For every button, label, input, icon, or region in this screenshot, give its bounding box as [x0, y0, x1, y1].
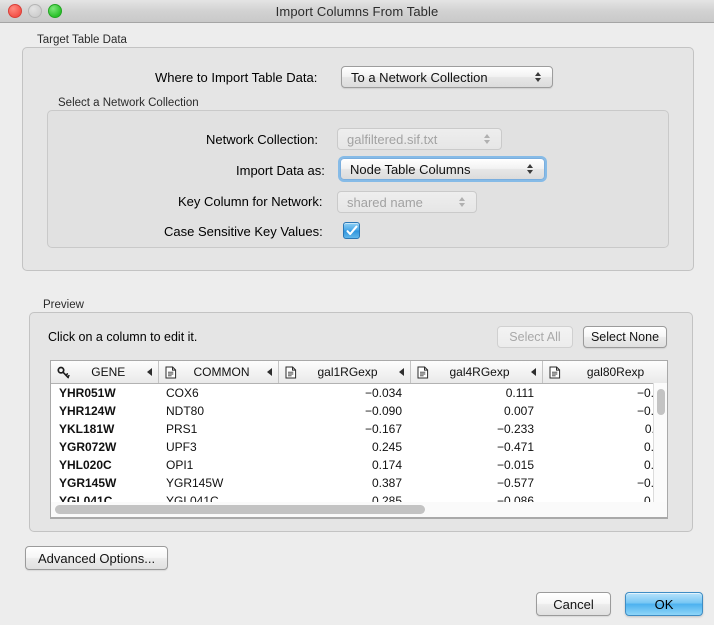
column-name: gal1RGexp — [302, 365, 394, 379]
vertical-scrollbar-thumb[interactable] — [657, 389, 665, 415]
network-collection-dropdown[interactable]: galfiltered.sif.txt — [337, 128, 502, 150]
table-cell: 0.787 — [542, 438, 668, 456]
table-cell: NDT80 — [158, 402, 278, 420]
column-name: gal4RGexp — [434, 365, 526, 379]
preview-table: GENE COMMON gal1RGexp gal4RGexp gal80Rexp YH… — [50, 360, 668, 519]
collapse-arrow-icon[interactable] — [147, 368, 152, 376]
where-to-import-value: To a Network Collection — [342, 70, 529, 85]
table-row: YHR124WNDT80−0.0900.007−0.348 — [51, 402, 668, 420]
table-body: YHR051WCOX6−0.0340.111−0.304YHR124WNDT80… — [51, 384, 668, 511]
stepper-arrows-icon — [521, 164, 544, 174]
table-row: YHL020COPI10.174−0.0150.151 — [51, 456, 668, 474]
table-cell: PRS1 — [158, 420, 278, 438]
where-to-import-dropdown[interactable]: To a Network Collection — [341, 66, 553, 88]
import-columns-dialog: Import Columns From Table Target Table D… — [0, 0, 714, 625]
table-row: YGR072WUPF30.245−0.4710.787 — [51, 438, 668, 456]
table-cell: −0.471 — [410, 438, 542, 456]
checkmark-icon — [346, 225, 358, 237]
import-data-as-dropdown[interactable]: Node Table Columns — [340, 158, 545, 180]
table-cell: 0.112 — [542, 420, 668, 438]
stepper-arrows-icon — [529, 72, 552, 82]
table-cell: YHR124W — [51, 402, 158, 420]
case-sensitive-label: Case Sensitive Key Values: — [164, 224, 323, 239]
table-header-cell-gal1RGexp[interactable]: gal1RGexp — [278, 361, 410, 384]
collapse-arrow-icon[interactable] — [267, 368, 272, 376]
key-icon — [57, 366, 70, 379]
table-row: YHR051WCOX6−0.0340.111−0.304 — [51, 384, 668, 403]
table-cell: YKL181W — [51, 420, 158, 438]
vertical-scrollbar[interactable] — [653, 383, 667, 518]
case-sensitive-checkbox[interactable] — [343, 222, 360, 239]
column-name: GENE — [75, 365, 142, 379]
document-icon — [165, 366, 177, 379]
table-cell: UPF3 — [158, 438, 278, 456]
table-cell: −0.015 — [410, 456, 542, 474]
table-cell: −0.348 — [542, 402, 668, 420]
network-collection-label: Network Collection: — [206, 132, 318, 147]
zoom-button[interactable] — [48, 4, 62, 18]
table-header-cell-COMMON[interactable]: COMMON — [158, 361, 278, 384]
collapse-arrow-icon[interactable] — [531, 368, 536, 376]
minimize-button[interactable] — [28, 4, 42, 18]
table-cell: 0.387 — [278, 474, 410, 492]
table-header-row: GENE COMMON gal1RGexp gal4RGexp gal80Rexp — [51, 361, 668, 384]
column-name: gal80Rexp — [566, 365, 666, 379]
horizontal-scrollbar[interactable] — [50, 502, 668, 518]
network-collection-value: galfiltered.sif.txt — [338, 132, 478, 147]
table-cell: COX6 — [158, 384, 278, 403]
table-header-cell-gal80Rexp[interactable]: gal80Rexp — [542, 361, 668, 384]
preview-table-element: GENE COMMON gal1RGexp gal4RGexp gal80Rexp YH… — [51, 361, 668, 510]
document-icon — [549, 366, 561, 379]
table-cell: 0.245 — [278, 438, 410, 456]
select-all-button[interactable]: Select All — [497, 326, 573, 348]
preview-hint: Click on a column to edit it. — [48, 330, 197, 344]
table-cell: −0.233 — [410, 420, 542, 438]
title-bar: Import Columns From Table — [0, 0, 714, 23]
column-name: COMMON — [182, 365, 262, 379]
table-cell: 0.111 — [410, 384, 542, 403]
table-cell: YHR051W — [51, 384, 158, 403]
stepper-arrows-icon — [453, 197, 476, 207]
target-table-data-group-label: Target Table Data — [37, 34, 127, 46]
table-cell: 0.151 — [542, 456, 668, 474]
where-to-import-label: Where to Import Table Data: — [155, 70, 317, 85]
import-data-as-value: Node Table Columns — [341, 162, 521, 177]
select-none-button[interactable]: Select None — [583, 326, 667, 348]
table-row: YKL181WPRS1−0.167−0.2330.112 — [51, 420, 668, 438]
table-header-cell-gal4RGexp[interactable]: gal4RGexp — [410, 361, 542, 384]
key-column-value: shared name — [338, 195, 453, 210]
table-cell: YGR145W — [158, 474, 278, 492]
table-cell: −0.090 — [278, 402, 410, 420]
table-header-cell-GENE[interactable]: GENE — [51, 361, 158, 384]
preview-group-label: Preview — [43, 299, 84, 311]
table-cell: −0.577 — [410, 474, 542, 492]
select-collection-group-label: Select a Network Collection — [58, 97, 199, 109]
table-cell: −0.034 — [278, 384, 410, 403]
table-cell: YGR145W — [51, 474, 158, 492]
window-controls — [8, 0, 62, 22]
document-icon — [285, 366, 297, 379]
close-button[interactable] — [8, 4, 22, 18]
cancel-button[interactable]: Cancel — [536, 592, 611, 616]
table-cell: −0.304 — [542, 384, 668, 403]
window-title: Import Columns From Table — [276, 4, 439, 19]
key-column-dropdown[interactable]: shared name — [337, 191, 477, 213]
ok-button[interactable]: OK — [625, 592, 703, 616]
table-cell: 0.174 — [278, 456, 410, 474]
key-column-label: Key Column for Network: — [178, 194, 323, 209]
table-cell: YGR072W — [51, 438, 158, 456]
horizontal-scrollbar-thumb[interactable] — [55, 505, 425, 514]
table-row: YGR145WYGR145W0.387−0.577−0.088 — [51, 474, 668, 492]
document-icon — [417, 366, 429, 379]
table-cell: −0.088 — [542, 474, 668, 492]
collapse-arrow-icon[interactable] — [399, 368, 404, 376]
table-cell: −0.167 — [278, 420, 410, 438]
table-cell: 0.007 — [410, 402, 542, 420]
table-cell: YHL020C — [51, 456, 158, 474]
stepper-arrows-icon — [478, 134, 501, 144]
import-data-as-label: Import Data as: — [236, 163, 325, 178]
advanced-options-button[interactable]: Advanced Options... — [25, 546, 168, 570]
table-cell: OPI1 — [158, 456, 278, 474]
